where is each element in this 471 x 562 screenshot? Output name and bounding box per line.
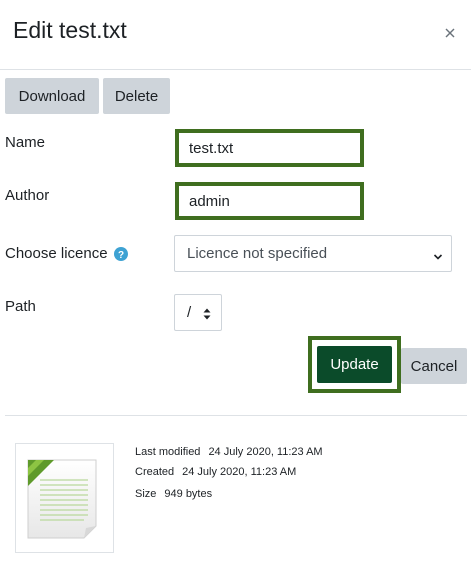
size-label: Size [135, 488, 157, 500]
last-modified-label: Last modified [135, 446, 201, 458]
update-button[interactable]: Update [317, 346, 392, 383]
size-value: 949 bytes [164, 488, 213, 500]
file-thumbnail [15, 443, 114, 553]
path-label: Path [5, 298, 36, 315]
created-label: Created [135, 466, 175, 478]
download-button[interactable]: Download [5, 78, 99, 114]
text-file-icon [27, 459, 97, 539]
name-field[interactable]: test.txt [175, 129, 364, 167]
cancel-button[interactable]: Cancel [401, 348, 467, 384]
last-modified-row: Last modified 24 July 2020, 11:23 AM [135, 446, 323, 458]
created-value: 24 July 2020, 11:23 AM [182, 466, 297, 478]
size-row: Size 949 bytes [135, 488, 212, 500]
dialog-title: Edit test.txt [13, 17, 127, 43]
sort-updown-icon [203, 307, 211, 320]
last-modified-value: 24 July 2020, 11:23 AM [208, 446, 323, 458]
header-divider [0, 69, 471, 70]
name-label: Name [5, 134, 46, 151]
licence-select[interactable]: Licence not specified [174, 235, 452, 272]
author-field-value: admin [189, 192, 230, 210]
name-field-value: test.txt [189, 139, 234, 157]
licence-label: Choose licence [5, 245, 108, 262]
update-button-highlight: Update [308, 336, 401, 393]
author-label: Author [5, 187, 50, 204]
chevron-down-icon [433, 249, 443, 260]
content-divider [5, 415, 467, 416]
delete-button[interactable]: Delete [103, 78, 170, 114]
created-row: Created 24 July 2020, 11:23 AM [135, 466, 296, 478]
path-select-value: / [187, 304, 192, 321]
path-select[interactable]: / [174, 294, 222, 331]
author-field[interactable]: admin [175, 182, 364, 220]
close-icon[interactable] [443, 26, 457, 40]
help-icon[interactable]: ? [113, 246, 128, 261]
licence-label-row: Choose licence ? [5, 245, 128, 262]
licence-select-value: Licence not specified [187, 245, 328, 262]
svg-text:?: ? [118, 250, 124, 261]
